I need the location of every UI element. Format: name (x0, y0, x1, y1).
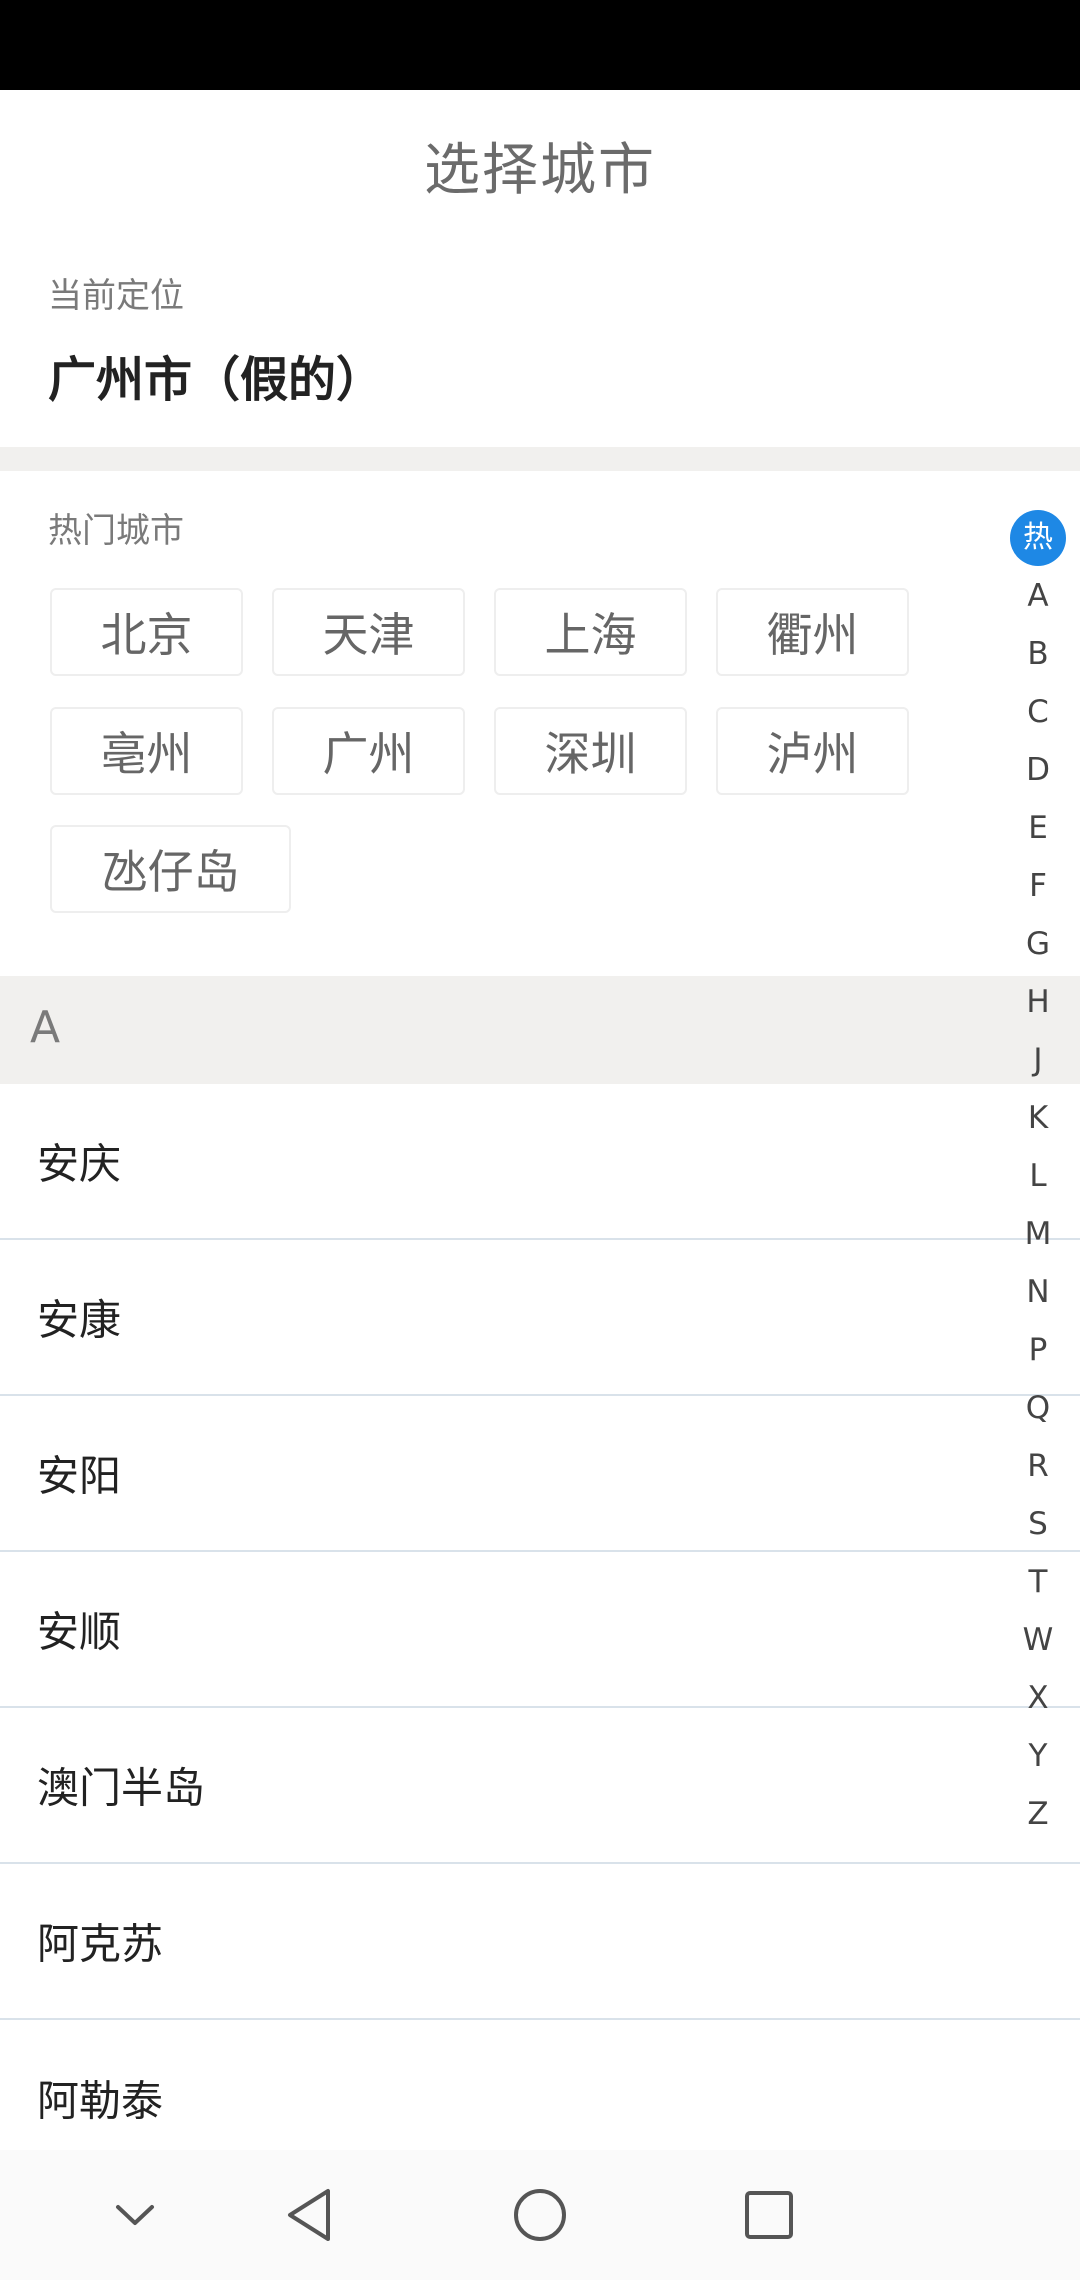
hot-city-button[interactable]: 广州 (272, 707, 465, 795)
recents-icon[interactable] (729, 2175, 809, 2255)
hot-cities-section: 热门城市 北京 天津 上海 衢州 亳州 广州 深圳 泸州 氹仔岛 (0, 471, 1080, 976)
hot-city-button[interactable]: 氹仔岛 (50, 825, 291, 913)
city-list-item[interactable]: 安庆 (0, 1084, 1080, 1240)
hot-city-button[interactable]: 衢州 (716, 588, 909, 676)
city-name: 安庆 (37, 1139, 122, 1189)
back-icon[interactable] (270, 2175, 350, 2255)
city-name: 阿克苏 (37, 1919, 164, 1969)
section-header-a: A (0, 976, 1080, 1084)
section-divider (0, 447, 1080, 471)
index-letter-x[interactable]: X (1010, 1670, 1066, 1726)
index-letter-y[interactable]: Y (1010, 1728, 1066, 1784)
index-letter-b[interactable]: B (1010, 626, 1066, 682)
section-letter: A (30, 1002, 61, 1053)
index-letter-r[interactable]: R (1010, 1438, 1066, 1494)
city-name: 安顺 (37, 1607, 122, 1657)
index-letter-w[interactable]: W (1010, 1612, 1066, 1668)
index-letter-q[interactable]: Q (1010, 1380, 1066, 1436)
index-letter-p[interactable]: P (1010, 1322, 1066, 1378)
index-letter-k[interactable]: K (1010, 1090, 1066, 1146)
index-letter-e[interactable]: E (1010, 800, 1066, 856)
title-bar: 选择城市 (0, 90, 1080, 240)
system-navigation-bar (0, 2150, 1080, 2280)
home-icon[interactable] (500, 2175, 580, 2255)
hot-city-button[interactable]: 亳州 (50, 707, 243, 795)
hot-city-button[interactable]: 泸州 (716, 707, 909, 795)
index-letter-n[interactable]: N (1010, 1264, 1066, 1320)
index-letter-z[interactable]: Z (1010, 1786, 1066, 1842)
index-letter-c[interactable]: C (1010, 684, 1066, 740)
city-list-item[interactable]: 安顺 (0, 1552, 1080, 1708)
hot-city-button[interactable]: 北京 (50, 588, 243, 676)
hot-city-button[interactable]: 深圳 (494, 707, 687, 795)
index-letter-g[interactable]: G (1010, 916, 1066, 972)
hot-city-button[interactable]: 天津 (272, 588, 465, 676)
hot-cities-label: 热门城市 (48, 511, 184, 551)
city-list-item[interactable]: 澳门半岛 (0, 1708, 1080, 1864)
city-list-item[interactable]: 阿勒泰 (0, 2020, 1080, 2150)
index-letter-f[interactable]: F (1010, 858, 1066, 914)
alphabet-index-bar[interactable]: 热 A B C D E F G H J K L M N P Q R S T W … (1010, 510, 1066, 1840)
current-location-label: 当前定位 (48, 276, 184, 316)
city-list[interactable]: 安庆 安康 安阳 安顺 澳门半岛 阿克苏 阿勒泰 (0, 1084, 1080, 2150)
page-title: 选择城市 (424, 137, 656, 203)
city-list-item[interactable]: 安康 (0, 1240, 1080, 1396)
current-location-city[interactable]: 广州市（假的） (48, 340, 384, 410)
index-letter-hot[interactable]: 热 (1010, 510, 1066, 566)
hot-city-button[interactable]: 上海 (494, 588, 687, 676)
city-name: 阿勒泰 (37, 2076, 164, 2126)
index-letter-l[interactable]: L (1010, 1148, 1066, 1204)
city-list-item[interactable]: 安阳 (0, 1396, 1080, 1552)
city-list-item[interactable]: 阿克苏 (0, 1864, 1080, 2020)
index-letter-d[interactable]: D (1010, 742, 1066, 798)
current-location-section: 当前定位 广州市（假的） (0, 240, 1080, 447)
index-letter-t[interactable]: T (1010, 1554, 1066, 1610)
index-letter-m[interactable]: M (1010, 1206, 1066, 1262)
city-name: 安康 (37, 1295, 122, 1345)
city-name: 安阳 (37, 1451, 122, 1501)
index-letter-j[interactable]: J (1010, 1032, 1066, 1088)
city-name: 澳门半岛 (37, 1763, 206, 1813)
index-letter-h[interactable]: H (1010, 974, 1066, 1030)
chevron-down-icon[interactable] (95, 2175, 175, 2255)
index-letter-s[interactable]: S (1010, 1496, 1066, 1552)
index-letter-a[interactable]: A (1010, 568, 1066, 624)
status-bar (0, 0, 1080, 90)
